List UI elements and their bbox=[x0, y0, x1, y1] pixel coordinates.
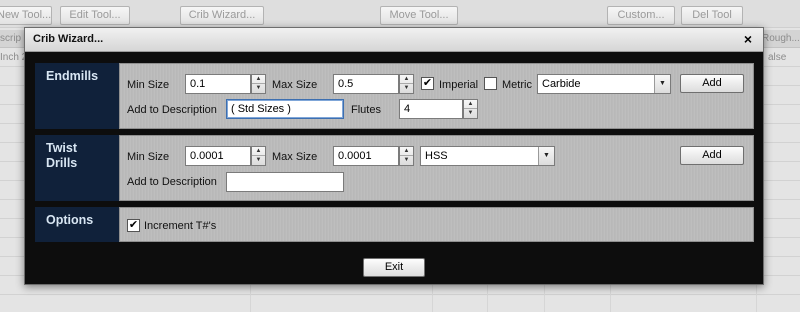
options-section-label: Options bbox=[35, 207, 119, 242]
endmills-min-size-spinner[interactable]: ▲ ▼ bbox=[251, 74, 266, 94]
endmills-material-value: Carbide bbox=[542, 78, 581, 90]
spin-down-icon[interactable]: ▼ bbox=[400, 156, 413, 165]
options-section-body: ✔ Increment T#'s bbox=[119, 207, 754, 242]
drills-max-size-input[interactable] bbox=[333, 146, 399, 166]
spin-down-icon[interactable]: ▼ bbox=[252, 156, 265, 165]
endmills-min-size-input[interactable] bbox=[185, 74, 251, 94]
endmills-add-button[interactable]: Add bbox=[680, 74, 744, 93]
background-table-row bbox=[0, 296, 800, 312]
drills-max-size-label: Max Size bbox=[272, 151, 318, 163]
bg-header-fragment-right: Rough... bbox=[762, 33, 800, 44]
twist-drills-section-body: Min Size ▲ ▼ Max Size ▲ ▼ HSS ▼ Add Add … bbox=[119, 135, 754, 201]
close-icon[interactable]: × bbox=[741, 31, 755, 47]
twist-drills-label-line2: Drills bbox=[46, 156, 78, 170]
imperial-label: Imperial bbox=[439, 79, 479, 91]
endmills-section: Endmills Min Size ▲ ▼ Max Size ▲ ▼ ✔ Imp… bbox=[35, 63, 754, 129]
increment-checkbox[interactable]: ✔ bbox=[127, 219, 140, 232]
twist-drills-section-label: Twist Drills bbox=[35, 135, 119, 201]
bg-new-tool-button: New Tool... bbox=[0, 6, 52, 25]
spin-up-icon[interactable]: ▲ bbox=[400, 147, 413, 156]
options-section: Options ✔ Increment T#'s bbox=[35, 207, 754, 242]
bg-crib-wizard-button: Crib Wizard... bbox=[180, 6, 264, 25]
endmills-max-size-spinner[interactable]: ▲ ▼ bbox=[399, 74, 414, 94]
flutes-label: Flutes bbox=[351, 104, 381, 116]
endmills-description-input[interactable] bbox=[226, 99, 344, 119]
chevron-down-icon[interactable]: ▼ bbox=[538, 147, 554, 165]
flutes-spinner[interactable]: ▲ ▼ bbox=[463, 99, 478, 119]
drills-add-button[interactable]: Add bbox=[680, 146, 744, 165]
spin-up-icon[interactable]: ▲ bbox=[252, 147, 265, 156]
imperial-checkbox[interactable]: ✔ bbox=[421, 77, 434, 90]
crib-wizard-dialog: Crib Wizard... × Endmills Min Size ▲ ▼ M… bbox=[24, 27, 764, 285]
drills-min-size-spinner[interactable]: ▲ ▼ bbox=[251, 146, 266, 166]
drills-material-select[interactable]: HSS ▼ bbox=[420, 146, 555, 166]
bg-custom-button: Custom... bbox=[607, 6, 675, 25]
drills-description-input[interactable] bbox=[226, 172, 344, 192]
drills-description-label: Add to Description bbox=[127, 176, 217, 188]
metric-label: Metric bbox=[502, 79, 532, 91]
endmills-material-select[interactable]: Carbide ▼ bbox=[537, 74, 671, 94]
spin-up-icon[interactable]: ▲ bbox=[400, 75, 413, 84]
background-toolbar: New Tool... Edit Tool... Crib Wizard... … bbox=[0, 0, 800, 28]
spin-down-icon[interactable]: ▼ bbox=[464, 109, 477, 118]
endmills-description-label: Add to Description bbox=[127, 104, 217, 116]
check-icon: ✔ bbox=[128, 219, 139, 231]
twist-drills-label-line1: Twist bbox=[46, 141, 78, 155]
drills-max-size-spinner[interactable]: ▲ ▼ bbox=[399, 146, 414, 166]
bg-move-tool-button: Move Tool... bbox=[380, 6, 458, 25]
endmills-min-size-label: Min Size bbox=[127, 79, 170, 91]
endmills-max-size-label: Max Size bbox=[272, 79, 318, 91]
bg-del-tool-button: Del Tool bbox=[681, 6, 743, 25]
exit-button[interactable]: Exit bbox=[363, 258, 425, 277]
drills-min-size-input[interactable] bbox=[185, 146, 251, 166]
spin-up-icon[interactable]: ▲ bbox=[252, 75, 265, 84]
check-icon: ✔ bbox=[422, 77, 433, 89]
endmills-max-size-input[interactable] bbox=[333, 74, 399, 94]
dialog-title: Crib Wizard... bbox=[33, 33, 104, 45]
drills-min-size-label: Min Size bbox=[127, 151, 170, 163]
bg-edit-tool-button: Edit Tool... bbox=[60, 6, 130, 25]
dialog-titlebar[interactable]: Crib Wizard... × bbox=[25, 28, 763, 52]
increment-label: Increment T#'s bbox=[144, 220, 217, 232]
flutes-input[interactable] bbox=[399, 99, 463, 119]
spin-down-icon[interactable]: ▼ bbox=[252, 84, 265, 93]
bg-row-fragment-right: alse bbox=[768, 52, 787, 63]
spin-up-icon[interactable]: ▲ bbox=[464, 100, 477, 109]
bg-header-fragment-left: scrip bbox=[0, 33, 22, 44]
metric-checkbox[interactable] bbox=[484, 77, 497, 90]
endmills-section-label: Endmills bbox=[35, 63, 119, 129]
twist-drills-section: Twist Drills Min Size ▲ ▼ Max Size ▲ ▼ H… bbox=[35, 135, 754, 201]
drills-material-value: HSS bbox=[425, 150, 448, 162]
endmills-section-body: Min Size ▲ ▼ Max Size ▲ ▼ ✔ Imperial Met… bbox=[119, 63, 754, 129]
spin-down-icon[interactable]: ▼ bbox=[400, 84, 413, 93]
chevron-down-icon[interactable]: ▼ bbox=[654, 75, 670, 93]
